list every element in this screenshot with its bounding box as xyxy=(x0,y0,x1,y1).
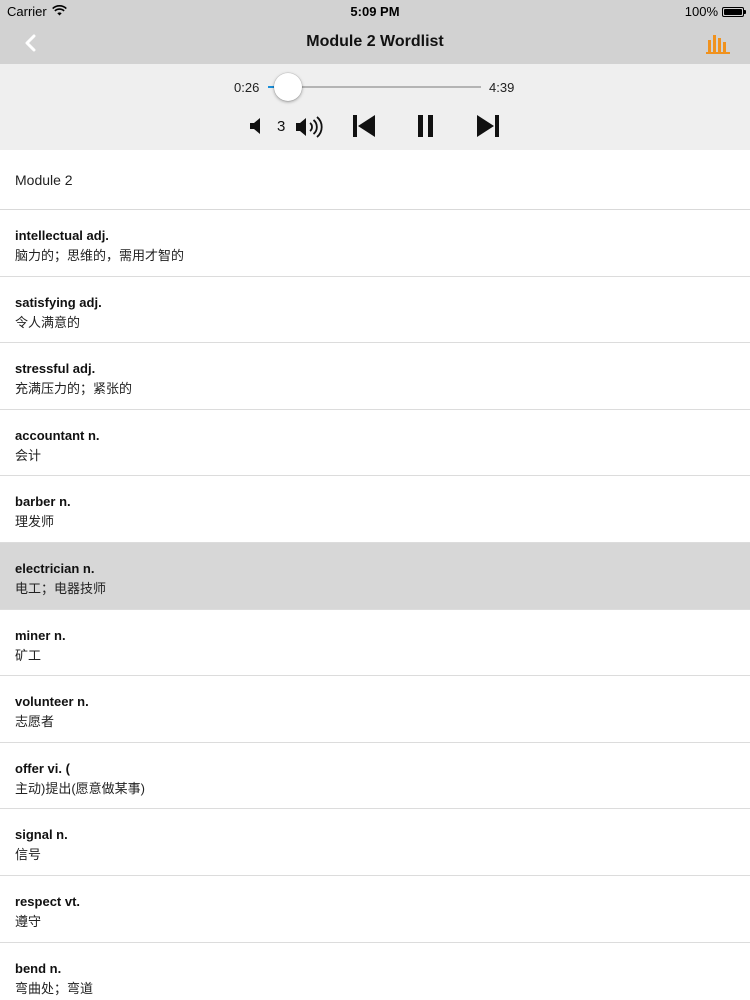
word-meaning: 矿工 xyxy=(15,647,42,663)
word-term: respect vt. xyxy=(15,893,81,909)
volume-level: 3 xyxy=(277,118,286,135)
word-row[interactable]: volunteer n. 志愿者 xyxy=(0,676,750,743)
page-title: Module 2 Wordlist xyxy=(306,33,444,50)
pause-icon xyxy=(418,115,433,137)
status-bar: Carrier 5:09 PM 100% xyxy=(0,0,750,22)
word-row[interactable]: satisfying adj. 令人满意的 xyxy=(0,277,750,344)
word-row[interactable]: signal n. 信号 xyxy=(0,809,750,876)
elapsed-time: 0:26 xyxy=(234,80,260,95)
word-meaning: 志愿者 xyxy=(15,714,55,730)
word-meaning: 电工；电器技师 xyxy=(15,580,107,596)
progress-thumb[interactable] xyxy=(273,73,302,101)
word-term: stressful adj. xyxy=(15,361,96,377)
word-meaning: 弯曲处；弯道 xyxy=(15,980,94,996)
list-section-header: Module 2 xyxy=(0,150,750,210)
section-title: Module 2 xyxy=(15,172,73,188)
speaker-high-icon xyxy=(296,116,323,138)
total-duration: 4:39 xyxy=(489,80,515,95)
word-meaning: 脑力的；思维的，需用才智的 xyxy=(15,248,185,263)
word-term: accountant n. xyxy=(15,427,100,443)
word-term: offer vi. ( xyxy=(15,760,70,776)
word-meaning: 充满压力的；紧张的 xyxy=(15,381,133,397)
status-time: 5:09 PM xyxy=(350,4,400,19)
word-row[interactable]: bend n. 弯曲处；弯道 xyxy=(0,943,750,1000)
battery-fill xyxy=(724,8,742,15)
word-meaning: 理发师 xyxy=(15,514,55,530)
word-list: Module 2 intellectual adj. 脑力的；思维的，需用才智的 s… xyxy=(0,150,750,1000)
bar-chart-icon xyxy=(706,35,730,54)
next-track-button[interactable] xyxy=(475,113,501,144)
battery-percent: 100% xyxy=(684,4,718,19)
word-term: miner n. xyxy=(15,627,66,643)
word-row[interactable]: electrician n. 电工；电器技师 xyxy=(0,542,750,610)
word-meaning: 令人满意的 xyxy=(15,314,81,330)
battery-icon xyxy=(722,6,746,17)
previous-track-button[interactable] xyxy=(351,113,377,144)
skip-previous-icon xyxy=(353,115,375,137)
volume-down-button[interactable] xyxy=(249,116,265,141)
word-row[interactable]: intellectual adj. 脑力的；思维的，需用才智的 xyxy=(0,210,750,277)
word-row[interactable]: miner n. 矿工 xyxy=(0,610,750,677)
word-term: satisfying adj. xyxy=(15,294,102,310)
progress-slider[interactable] xyxy=(268,73,481,101)
word-row[interactable]: offer vi. ( 主动)提出(愿意做某事) xyxy=(0,743,750,810)
status-right: 100% xyxy=(684,4,746,19)
playback-controls: 3 xyxy=(0,110,750,142)
word-term: electrician n. xyxy=(15,560,95,576)
word-meaning: 信号 xyxy=(15,847,42,863)
word-row[interactable]: stressful adj. 充满压力的；紧张的 xyxy=(0,343,750,410)
chart-button[interactable] xyxy=(706,31,732,55)
speaker-low-icon xyxy=(250,118,260,134)
word-term: intellectual adj. xyxy=(15,228,109,243)
volume-up-button[interactable] xyxy=(295,114,327,145)
navigation-bar: Module 2 Wordlist xyxy=(0,22,750,64)
word-meaning: 遵守 xyxy=(15,913,42,929)
word-row[interactable]: accountant n. 会计 xyxy=(0,410,750,477)
word-term: barber n. xyxy=(15,494,71,510)
word-row[interactable]: barber n. 理发师 xyxy=(0,476,750,543)
word-term: volunteer n. xyxy=(15,694,89,710)
word-term: bend n. xyxy=(15,960,62,976)
pause-button[interactable] xyxy=(416,113,436,144)
audio-player: 0:26 4:39 3 xyxy=(0,64,750,150)
word-rows: intellectual adj. 脑力的；思维的，需用才智的 satisfying… xyxy=(0,210,750,1000)
skip-next-icon xyxy=(477,115,499,137)
word-meaning: 主动)提出(愿意做某事) xyxy=(15,780,145,796)
word-term: signal n. xyxy=(15,827,68,843)
word-meaning: 会计 xyxy=(15,447,42,463)
word-row[interactable]: respect vt. 遵守 xyxy=(0,876,750,943)
